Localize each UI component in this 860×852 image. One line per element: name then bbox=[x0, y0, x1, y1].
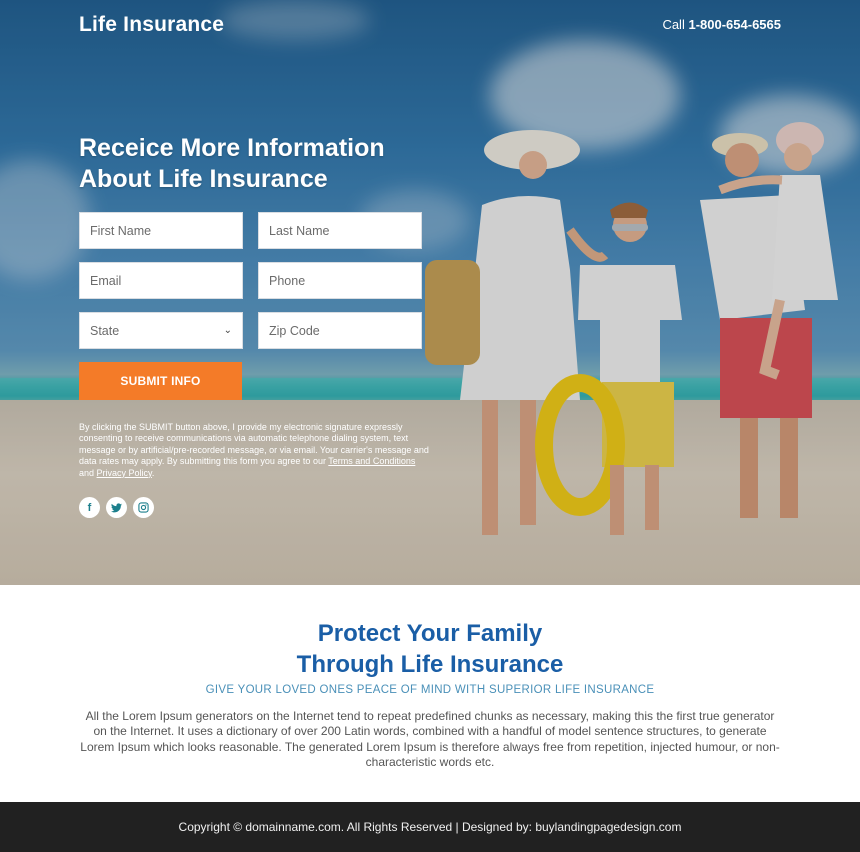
call-info[interactable]: Call 1-800-654-6565 bbox=[662, 17, 781, 32]
logo: Life Insurance bbox=[79, 13, 225, 36]
info-section: Protect Your Family Through Life Insuran… bbox=[0, 585, 860, 802]
zip-code-input[interactable]: Zip Code bbox=[258, 312, 422, 349]
info-title: Protect Your Family Through Life Insuran… bbox=[0, 618, 860, 680]
phone-placeholder: Phone bbox=[269, 273, 306, 288]
phone-number[interactable]: 1-800-654-6565 bbox=[688, 17, 781, 32]
social-links: f bbox=[79, 497, 154, 518]
disclaimer-and: and bbox=[79, 467, 95, 478]
info-title-line2: Through Life Insurance bbox=[296, 651, 564, 678]
top-bar: Life Insurance Call 1-800-654-6565 bbox=[0, 0, 860, 50]
lead-form: First Name Last Name Email Phone State ⌄… bbox=[79, 212, 422, 400]
email-input[interactable]: Email bbox=[79, 262, 243, 299]
call-label: Call bbox=[662, 17, 685, 32]
consent-disclaimer: By clicking the SUBMIT button above, I p… bbox=[79, 422, 429, 479]
zip-code-placeholder: Zip Code bbox=[269, 323, 320, 338]
copyright-text: Copyright © domainname.com. All Rights R… bbox=[178, 820, 682, 834]
last-name-input[interactable]: Last Name bbox=[258, 212, 422, 249]
state-selected-value: State bbox=[90, 323, 120, 338]
terms-link[interactable]: Terms and Conditions bbox=[328, 456, 415, 466]
hero-section: Life Insurance Call 1-800-654-6565 Recei… bbox=[0, 0, 860, 585]
info-title-line1: Protect Your Family bbox=[317, 620, 543, 647]
email-placeholder: Email bbox=[90, 273, 122, 288]
last-name-placeholder: Last Name bbox=[269, 223, 330, 238]
disclaimer-end: . bbox=[151, 467, 155, 478]
info-subtitle: GIVE YOUR LOVED ONES PEACE OF MIND WITH … bbox=[205, 684, 655, 696]
instagram-icon[interactable] bbox=[133, 497, 154, 518]
chevron-down-icon: ⌄ bbox=[223, 325, 232, 336]
first-name-placeholder: First Name bbox=[90, 223, 152, 238]
footer: Copyright © domainname.com. All Rights R… bbox=[0, 802, 860, 852]
info-body-text: All the Lorem Ipsum generators on the In… bbox=[80, 709, 780, 769]
submit-info-button[interactable]: SUBMIT INFO bbox=[79, 362, 242, 400]
phone-input[interactable]: Phone bbox=[258, 262, 422, 299]
state-select[interactable]: State ⌄ bbox=[79, 312, 243, 349]
twitter-icon[interactable] bbox=[106, 497, 127, 518]
facebook-icon[interactable]: f bbox=[79, 497, 100, 518]
hero-title: Receice More Information About Life Insu… bbox=[79, 134, 385, 193]
twitter-bird-glyph bbox=[111, 502, 122, 512]
privacy-policy-link[interactable]: Privacy Policy bbox=[97, 468, 152, 478]
first-name-input[interactable]: First Name bbox=[79, 212, 243, 249]
instagram-camera-glyph bbox=[138, 502, 149, 513]
